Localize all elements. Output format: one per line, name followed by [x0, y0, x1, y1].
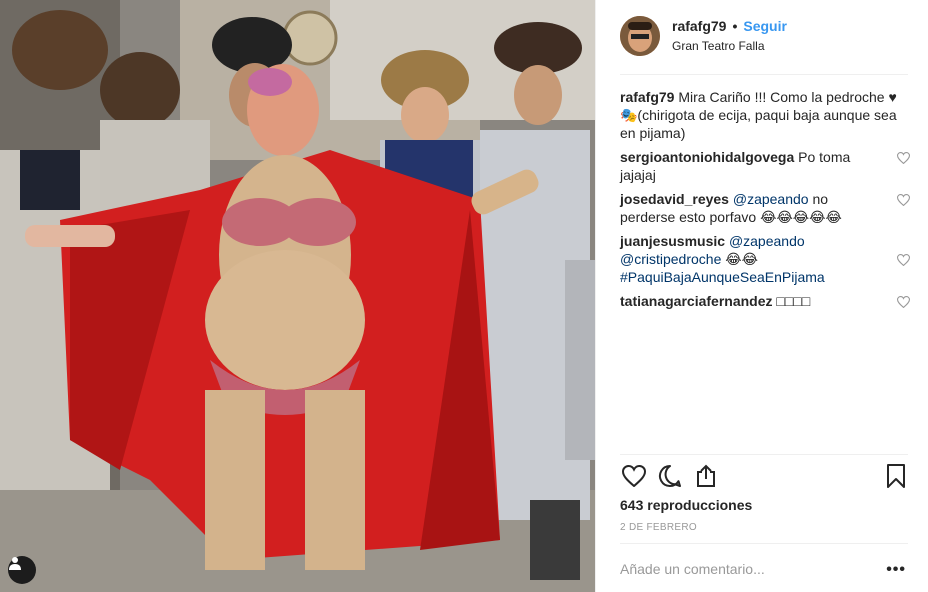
location-link[interactable]: Gran Teatro Falla — [672, 39, 765, 53]
follow-button[interactable]: Seguir — [743, 18, 787, 34]
comment-text: 😂😂 — [721, 251, 758, 267]
heart-icon — [622, 465, 646, 487]
comment-item: tatianagarciafernandez □□□□ — [620, 292, 910, 310]
like-button[interactable] — [620, 462, 648, 490]
action-bar — [620, 462, 910, 490]
video-frame — [0, 0, 595, 592]
comment-item: josedavid_reyes @zapeando no perderse es… — [620, 190, 910, 226]
more-options-button[interactable]: ••• — [886, 561, 906, 579]
comment-like-icon[interactable] — [897, 254, 910, 266]
comment-like-icon[interactable] — [897, 152, 910, 164]
view-count[interactable]: 643 reproducciones — [620, 497, 752, 513]
comment-author[interactable]: sergioantoniohidalgovega — [620, 149, 794, 165]
comment-button[interactable] — [656, 462, 684, 490]
comment-like-icon[interactable] — [897, 296, 910, 308]
separator-dot: • — [732, 18, 738, 34]
comment-author[interactable]: josedavid_reyes — [620, 191, 729, 207]
composer-divider — [620, 543, 908, 544]
comment-icon — [658, 464, 681, 487]
caption-author[interactable]: rafafg79 — [620, 89, 674, 105]
comment-item: sergioantoniohidalgovega Po toma jajajaj — [620, 148, 910, 184]
comment-author[interactable]: juanjesusmusic — [620, 233, 725, 249]
comment-input[interactable]: Añade un comentario... — [620, 561, 765, 577]
comment-mention[interactable]: @cristipedroche — [620, 251, 721, 267]
post-sidebar: rafafg79 • Seguir Gran Teatro Falla rafa… — [595, 0, 928, 592]
post-date[interactable]: 2 DE FEBRERO — [620, 522, 697, 533]
user-tag-button[interactable] — [8, 556, 36, 584]
comment-mention[interactable]: @zapeando — [729, 233, 805, 249]
comments-list: rafafg79 Mira Cariño !!! Como la pedroch… — [620, 88, 910, 316]
post-header: rafafg79 • Seguir Gran Teatro Falla — [596, 0, 928, 74]
username-link[interactable]: rafafg79 — [672, 18, 726, 34]
user-icon — [9, 557, 21, 570]
save-button[interactable] — [882, 462, 910, 490]
comment-like-icon[interactable] — [897, 194, 910, 206]
share-button[interactable] — [692, 462, 720, 490]
caption: rafafg79 Mira Cariño !!! Como la pedroch… — [620, 88, 910, 142]
post-video[interactable] — [0, 0, 595, 592]
avatar[interactable] — [620, 16, 660, 56]
comment-author[interactable]: tatianagarciafernandez — [620, 293, 773, 309]
comment-text: □□□□ — [776, 293, 811, 309]
share-icon — [697, 464, 715, 487]
header-divider — [620, 74, 908, 75]
comment-item: juanjesusmusic @zapeando @cristipedroche… — [620, 232, 910, 286]
bookmark-icon — [887, 464, 905, 488]
comment-hashtag[interactable]: #PaquiBajaAunqueSeaEnPijama — [620, 269, 825, 285]
comment-mention[interactable]: @zapeando — [733, 191, 809, 207]
actions-divider — [620, 454, 908, 455]
avatar-image — [620, 16, 660, 56]
